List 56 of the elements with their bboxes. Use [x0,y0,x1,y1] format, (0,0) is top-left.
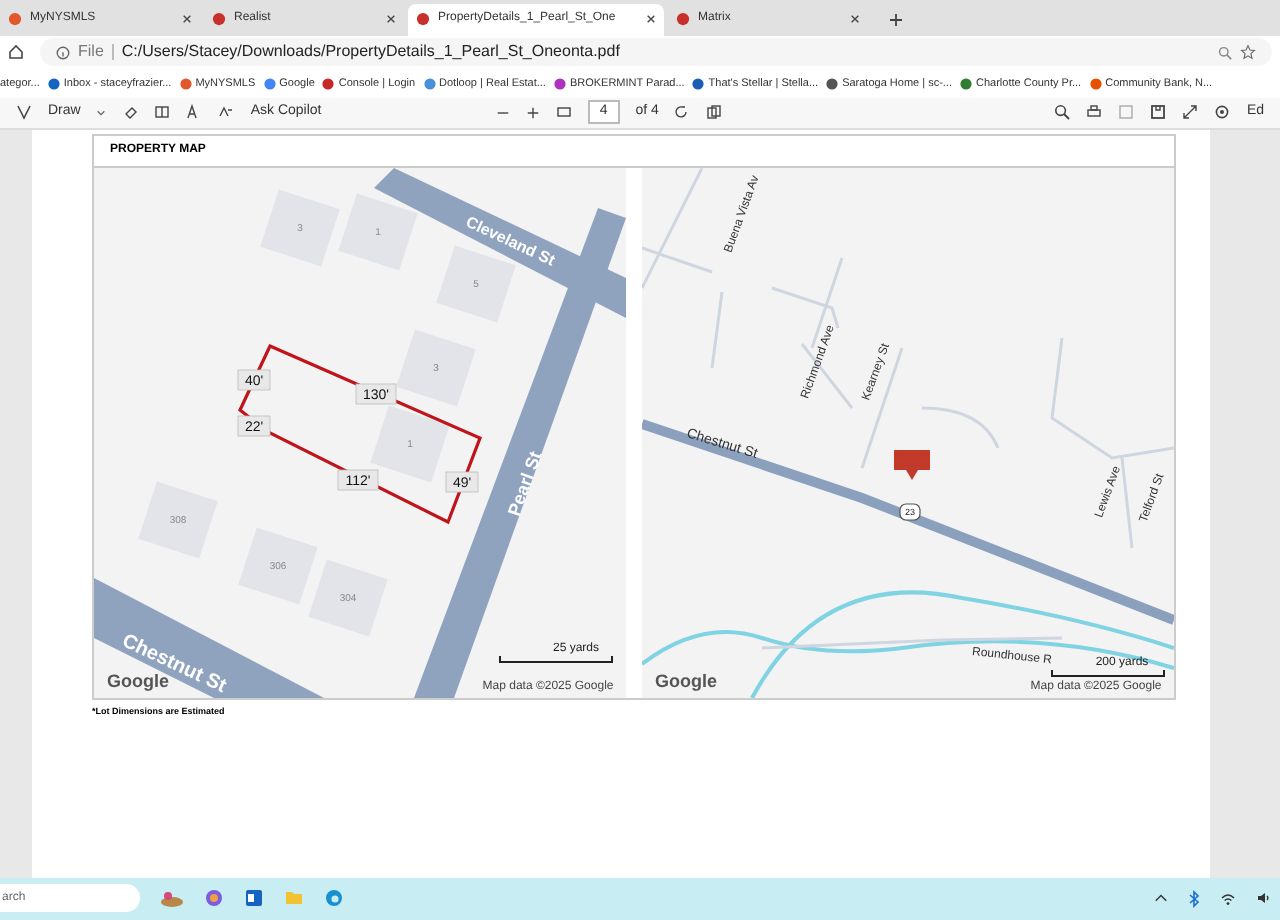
site-icon [179,78,192,91]
wifi-icon[interactable] [1220,891,1236,906]
file-label: File [78,40,104,65]
search-icon[interactable] [1054,104,1071,121]
layout-icon[interactable] [154,104,171,121]
close-icon[interactable] [646,14,656,25]
site-icon [826,78,839,91]
two-page-icon[interactable] [706,104,723,121]
close-icon[interactable] [850,14,860,25]
mail-app-icon[interactable] [244,888,264,909]
fullscreen-icon[interactable] [1182,104,1199,121]
chevron-up-icon[interactable] [1154,891,1168,906]
zoom-icon[interactable] [1218,45,1232,60]
site-icon [1089,78,1102,91]
home-icon[interactable] [8,44,24,61]
close-icon[interactable] [182,14,192,25]
dimension-tag [445,470,479,492]
text-size-icon[interactable] [186,104,203,121]
scale-bar [1051,668,1165,677]
new-tab-icon[interactable] [888,11,904,28]
dimension-tag [237,414,271,436]
dimension-tag [355,382,397,404]
site-icon [47,78,60,91]
site-icon [263,78,276,91]
scale-bar [499,654,613,663]
url-text: C:/Users/Stacey/Downloads/PropertyDetails_1_Pearl_St_Oneonta.pdf [121,40,620,65]
site-icon [553,78,566,91]
address-bar[interactable]: File C:/Users/Stacey/Downloads/PropertyDetails_1_Pearl_St_Oneonta.pdf [40,38,1272,67]
site-icon [322,78,335,91]
widget-icon[interactable] [160,888,184,909]
draw-icon[interactable] [16,104,32,121]
location-marker [894,449,930,480]
volume-icon[interactable] [1256,890,1272,907]
site-icon [423,78,436,91]
fit-page-icon[interactable] [555,104,572,121]
eraser-icon[interactable] [122,104,139,121]
settings-icon[interactable] [1214,104,1231,121]
dimension-tag [337,468,379,490]
route-shield [899,502,921,520]
print-icon[interactable] [1086,104,1103,121]
site-icon [692,78,705,91]
copilot-icon[interactable] [204,888,224,909]
close-icon[interactable] [386,14,396,25]
bluetooth-icon[interactable] [1188,889,1200,908]
browser-icon[interactable] [324,888,344,909]
rotate-icon[interactable] [674,104,691,121]
street-label: Pearl St [503,447,546,518]
info-icon [56,45,70,60]
caret-icon[interactable] [96,107,107,118]
save-as-icon[interactable] [1150,104,1167,121]
read-aloud-icon[interactable] [218,104,235,121]
zoom-in-icon[interactable] [525,105,540,120]
dimension-tag [237,368,271,390]
site-icon [960,78,972,91]
star-icon[interactable] [1240,44,1256,61]
map-logo: Google [655,669,717,690]
